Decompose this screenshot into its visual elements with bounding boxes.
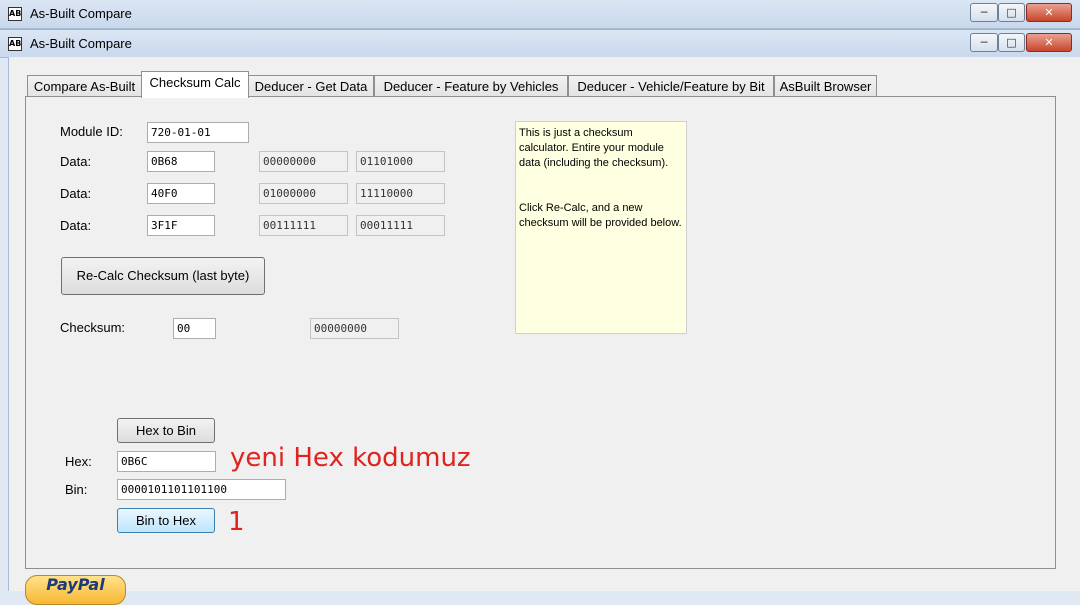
hex-to-bin-button[interactable]: Hex to Bin — [117, 418, 215, 443]
tab-deducer-vehicle-feature-by-bit[interactable]: Deducer - Vehicle/Feature by Bit — [568, 75, 774, 97]
data-bin1-field-2: 01000000 — [259, 183, 348, 204]
data-bin2-field-3: 00011111 — [356, 215, 445, 236]
data-bin1-field-1: 00000000 — [259, 151, 348, 172]
app-icon: AB — [8, 7, 22, 21]
module-id-input[interactable]: 720-01-01 — [147, 122, 249, 143]
recalc-checksum-button[interactable]: Re-Calc Checksum (last byte) — [61, 257, 265, 295]
checksum-calc-panel: Module ID: 720-01-01 Data: 0B68 00000000… — [25, 96, 1056, 569]
outer-titlebar: AB As-Built Compare ─ □ ✕ — [0, 0, 1080, 29]
checksum-label: Checksum: — [60, 320, 126, 335]
inner-maximize-button[interactable]: □ — [998, 33, 1025, 52]
tab-compare-as-built[interactable]: Compare As-Built — [27, 75, 142, 97]
hex-input[interactable]: 0B6C — [117, 451, 216, 472]
window-client-area: Compare As-Built Checksum Calc Deducer -… — [8, 57, 1080, 605]
step-annotation: 1 — [228, 507, 245, 537]
data-label-2: Data: — [60, 186, 92, 201]
data-bin2-field-2: 11110000 — [356, 183, 445, 204]
data-bin1-field-3: 00111111 — [259, 215, 348, 236]
data-label-3: Data: — [60, 218, 92, 233]
hex-label: Hex: — [65, 454, 92, 469]
module-id-label: Module ID: — [60, 124, 123, 139]
hex-annotation: yeni Hex kodumuz — [230, 443, 471, 473]
bin-input[interactable]: 0000101101101100 — [117, 479, 286, 500]
bin-label: Bin: — [65, 482, 88, 497]
note-text-1: This is just a checksum calculator. Enti… — [519, 127, 669, 169]
checksum-bin-field: 00000000 — [310, 318, 399, 339]
bin-to-hex-button[interactable]: Bin to Hex — [117, 508, 215, 533]
outer-maximize-button[interactable]: □ — [998, 3, 1025, 22]
paypal-donate-button[interactable]: PayPal — [25, 575, 126, 605]
tab-deducer-get-data[interactable]: Deducer - Get Data — [248, 75, 374, 97]
tab-checksum-calc[interactable]: Checksum Calc — [141, 71, 249, 98]
data-hex-input-3[interactable]: 3F1F — [147, 215, 215, 236]
inner-close-button[interactable]: ✕ — [1026, 33, 1072, 52]
info-note: This is just a checksum calculator. Enti… — [515, 121, 687, 334]
note-text-2: Click Re-Calc, and a new checksum will b… — [519, 202, 682, 229]
outer-close-button[interactable]: ✕ — [1026, 3, 1072, 22]
inner-app-icon: AB — [8, 37, 22, 51]
data-hex-input-2[interactable]: 40F0 — [147, 183, 215, 204]
inner-minimize-button[interactable]: ─ — [970, 33, 998, 52]
tab-asbuilt-browser[interactable]: AsBuilt Browser — [774, 75, 877, 97]
outer-window-title: As-Built Compare — [30, 6, 132, 21]
data-label-1: Data: — [60, 154, 92, 169]
inner-titlebar: AB As-Built Compare ─ □ ✕ — [0, 29, 1080, 58]
outer-minimize-button[interactable]: ─ — [970, 3, 998, 22]
tab-deducer-feature-by-vehicles[interactable]: Deducer - Feature by Vehicles — [374, 75, 568, 97]
inner-window-title: As-Built Compare — [30, 36, 132, 51]
data-bin2-field-1: 01101000 — [356, 151, 445, 172]
data-hex-input-1[interactable]: 0B68 — [147, 151, 215, 172]
checksum-hex-field[interactable]: 00 — [173, 318, 216, 339]
